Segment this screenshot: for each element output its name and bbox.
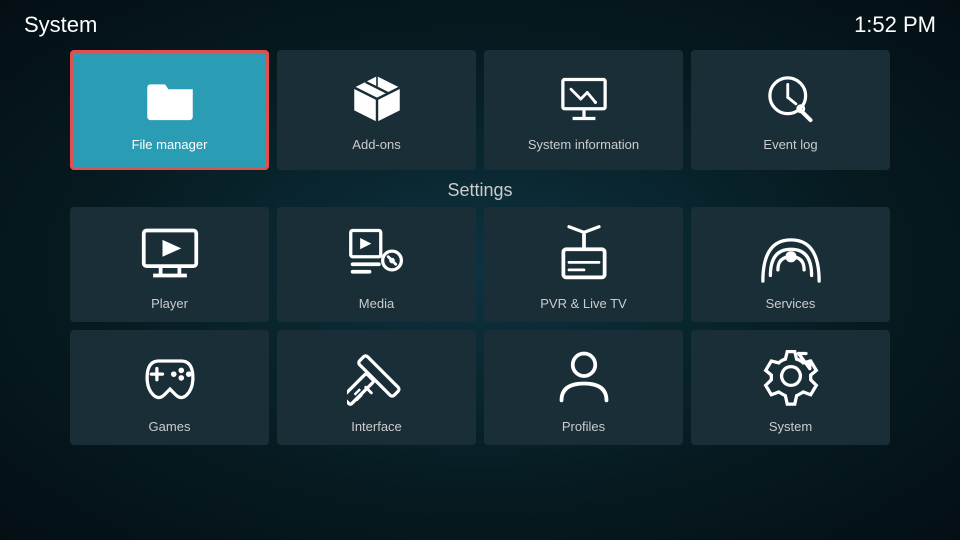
gear-fork-icon [756,341,826,411]
tile-media[interactable]: Media [277,207,476,322]
tile-event-log[interactable]: Event log [691,50,890,170]
tile-add-ons-label: Add-ons [352,137,400,152]
tile-games[interactable]: Games [70,330,269,445]
settings-section-label: Settings [0,180,960,201]
media-icon [342,218,412,288]
clock-search-icon [761,69,821,129]
tile-event-log-label: Event log [763,137,817,152]
app-title: System [24,12,97,38]
tile-profiles-label: Profiles [562,419,605,434]
tile-player-label: Player [151,296,188,311]
tile-profiles[interactable]: Profiles [484,330,683,445]
folder-icon [140,69,200,129]
clock: 1:52 PM [854,12,936,38]
tile-interface[interactable]: Interface [277,330,476,445]
tile-pvr-live-tv-label: PVR & Live TV [540,296,626,311]
tile-file-manager[interactable]: File manager [70,50,269,170]
top-tiles-row: File manager Add-ons [0,50,960,170]
tile-system[interactable]: System [691,330,890,445]
broadcast-icon [756,218,826,288]
settings-row-1: Player Media [70,207,890,322]
tile-interface-label: Interface [351,419,402,434]
tile-media-label: Media [359,296,394,311]
tile-services[interactable]: Services [691,207,890,322]
presentation-icon [554,69,614,129]
tile-system-information[interactable]: System information [484,50,683,170]
monitor-play-icon [135,218,205,288]
tile-player[interactable]: Player [70,207,269,322]
settings-grid: Player Media [0,207,960,445]
tile-services-label: Services [766,296,816,311]
gamepad-icon [135,341,205,411]
box-icon [347,69,407,129]
tile-system-label: System [769,419,812,434]
person-icon [549,341,619,411]
tile-system-information-label: System information [528,137,639,152]
pencil-ruler-icon [342,341,412,411]
tile-file-manager-label: File manager [132,137,208,152]
app-header: System 1:52 PM [0,0,960,46]
tile-games-label: Games [149,419,191,434]
settings-row-2: Games Interface [70,330,890,445]
tile-add-ons[interactable]: Add-ons [277,50,476,170]
tv-antenna-icon [549,218,619,288]
tile-pvr-live-tv[interactable]: PVR & Live TV [484,207,683,322]
